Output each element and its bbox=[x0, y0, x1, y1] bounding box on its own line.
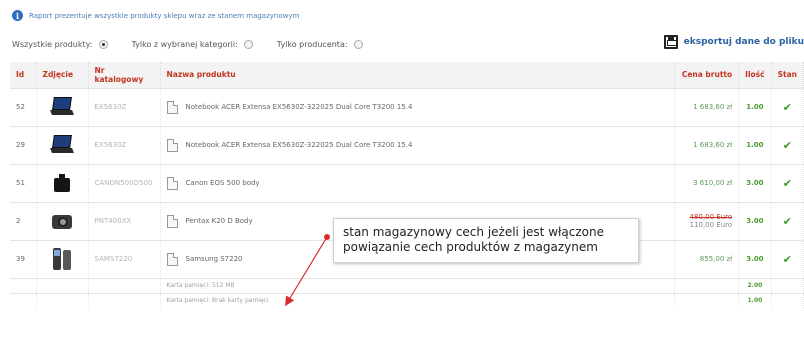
filter-all[interactable]: Wszystkie produkty: bbox=[12, 40, 108, 49]
product-photo[interactable] bbox=[36, 163, 89, 202]
row-name[interactable]: Notebook ACER Extensa EX5630Z-322025 Dua… bbox=[186, 141, 413, 149]
row-status: ✔ bbox=[771, 201, 804, 240]
row-id: 29 bbox=[10, 125, 37, 164]
subrow-label: Karta pamięci: 512 MB bbox=[160, 277, 676, 293]
camera-image bbox=[49, 208, 75, 234]
row-name[interactable]: Notebook ACER Extensa EX5630Z-322025 Dua… bbox=[186, 103, 413, 111]
products-table: Id Zdjęcie Nr katalogowy Nazwa produktu … bbox=[10, 62, 804, 308]
price-old: 480,00 Euro bbox=[689, 213, 733, 221]
table-row[interactable]: 51 CANON500D500 Canon EOS 500 body 3 610… bbox=[10, 163, 804, 202]
row-name[interactable]: Samsung S7220 bbox=[186, 255, 243, 263]
header-price[interactable]: Cena brutto bbox=[674, 62, 740, 88]
row-catalog: SAMS7220 bbox=[88, 239, 161, 278]
info-icon: i bbox=[12, 10, 23, 21]
filter-category[interactable]: Tylko z wybranej kategorii: bbox=[132, 40, 253, 49]
document-icon[interactable] bbox=[166, 138, 178, 152]
product-photo[interactable] bbox=[36, 201, 89, 240]
table-row[interactable]: 52 EX5630Z Notebook ACER Extensa EX5630Z… bbox=[10, 87, 804, 126]
document-icon[interactable] bbox=[166, 176, 178, 190]
row-catalog: EX5630Z bbox=[88, 125, 161, 164]
export-button[interactable]: eksportuj dane do pliku bbox=[663, 35, 804, 49]
row-qty: 3.00 bbox=[738, 201, 772, 240]
header-id[interactable]: Id bbox=[10, 62, 37, 88]
info-text: Raport prezentuje wszystkie produkty skl… bbox=[29, 11, 300, 20]
row-price: 480,00 Euro 110,00 Euro bbox=[674, 201, 740, 240]
filter-all-label: Wszystkie produkty: bbox=[12, 40, 93, 49]
table-row[interactable]: 29 EX5630Z Notebook ACER Extensa EX5630Z… bbox=[10, 125, 804, 164]
row-qty: 1.00 bbox=[738, 125, 772, 164]
disk-icon bbox=[663, 35, 678, 49]
row-price: 1 683,60 zł bbox=[674, 125, 740, 164]
row-id: 2 bbox=[10, 201, 37, 240]
table-subrow: Karta pamięci: Brak karty pamięci 1.00 bbox=[10, 292, 804, 308]
header-catalog[interactable]: Nr katalogowy bbox=[88, 62, 161, 88]
checkmark-icon: ✔ bbox=[782, 138, 792, 152]
filter-category-radio[interactable] bbox=[243, 40, 253, 49]
header-name[interactable]: Nazwa produktu bbox=[160, 62, 676, 88]
row-catalog: CANON500D500 bbox=[88, 163, 161, 202]
checkmark-icon: ✔ bbox=[782, 100, 792, 114]
laptop-image bbox=[49, 94, 75, 120]
document-icon[interactable] bbox=[166, 252, 178, 266]
header-stan[interactable]: Stan bbox=[771, 62, 804, 88]
row-status: ✔ bbox=[771, 163, 804, 202]
phone-image bbox=[49, 246, 75, 272]
document-icon[interactable] bbox=[166, 214, 178, 228]
checkmark-icon: ✔ bbox=[782, 214, 792, 228]
laptop-image bbox=[49, 132, 75, 158]
subrow-qty: 1.00 bbox=[738, 292, 772, 308]
row-qty: 3.00 bbox=[738, 239, 772, 278]
row-price: 855,00 zł bbox=[674, 239, 740, 278]
table-subrow: Karta pamięci: 512 MB 2.00 bbox=[10, 277, 804, 293]
row-name[interactable]: Canon EOS 500 body bbox=[186, 179, 260, 187]
row-name-cell[interactable]: Notebook ACER Extensa EX5630Z-322025 Dua… bbox=[160, 87, 676, 126]
product-photo[interactable] bbox=[36, 239, 89, 278]
filter-all-radio[interactable] bbox=[98, 40, 108, 49]
info-line: i Raport prezentuje wszystkie produkty s… bbox=[12, 10, 299, 21]
table-header-row: Id Zdjęcie Nr katalogowy Nazwa produktu … bbox=[10, 62, 804, 88]
row-catalog: EX5630Z bbox=[88, 87, 161, 126]
row-price: 1 683,60 zł bbox=[674, 87, 740, 126]
export-label: eksportuj dane do pliku bbox=[683, 37, 804, 47]
row-id: 39 bbox=[10, 239, 37, 278]
row-name[interactable]: Pentax K20 D Body bbox=[186, 217, 253, 225]
row-catalog: PNT400XX bbox=[88, 201, 161, 240]
filter-producer-label: Tylko producenta: bbox=[276, 40, 348, 49]
row-name-cell[interactable]: Notebook ACER Extensa EX5630Z-322025 Dua… bbox=[160, 125, 676, 164]
row-id: 52 bbox=[10, 87, 37, 126]
row-price: 3 610,00 zł bbox=[674, 163, 740, 202]
row-name-cell[interactable]: Canon EOS 500 body bbox=[160, 163, 676, 202]
header-qty[interactable]: Ilość bbox=[738, 62, 772, 88]
camera-image bbox=[49, 170, 75, 196]
subrow-label: Karta pamięci: Brak karty pamięci bbox=[160, 292, 676, 308]
product-photo[interactable] bbox=[36, 125, 89, 164]
row-qty: 1.00 bbox=[738, 87, 772, 126]
subrow-qty: 2.00 bbox=[738, 277, 772, 293]
filter-row: Wszystkie produkty: Tylko z wybranej kat… bbox=[12, 40, 387, 49]
row-status: ✔ bbox=[771, 239, 804, 278]
checkmark-icon: ✔ bbox=[782, 252, 792, 266]
filter-producer-radio[interactable] bbox=[353, 40, 363, 49]
row-id: 51 bbox=[10, 163, 37, 202]
filter-producer[interactable]: Tylko producenta: bbox=[277, 40, 363, 49]
row-qty: 3.00 bbox=[738, 163, 772, 202]
callout-line-1: stan magazynowy cech jeżeli jest włączon… bbox=[343, 225, 604, 239]
document-icon[interactable] bbox=[166, 100, 178, 114]
annotation-callout: stan magazynowy cech jeżeli jest włączon… bbox=[333, 218, 639, 263]
price-new: 110,00 Euro bbox=[689, 221, 733, 229]
checkmark-icon: ✔ bbox=[782, 176, 792, 190]
row-status: ✔ bbox=[771, 125, 804, 164]
filter-category-label: Tylko z wybranej kategorii: bbox=[131, 40, 238, 49]
header-photo[interactable]: Zdjęcie bbox=[36, 62, 89, 88]
callout-line-2: powiązanie cech produktów z magazynem bbox=[343, 240, 598, 254]
row-status: ✔ bbox=[771, 87, 804, 126]
product-photo[interactable] bbox=[36, 87, 89, 126]
